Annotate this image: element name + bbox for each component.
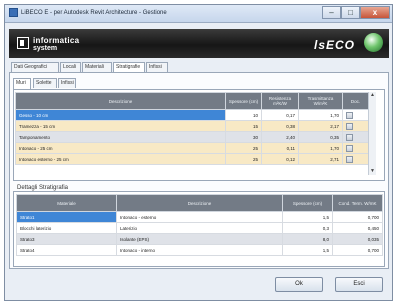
column-header[interactable]: Cond. Term. W/mK — [332, 194, 383, 212]
cell-conductivity[interactable]: 0,450 — [332, 222, 383, 234]
column-header[interactable]: Spessore (cm) — [282, 194, 333, 212]
window-title: LiBECO E - per Autodesk Revit Architectu… — [21, 10, 167, 16]
table-row[interactable]: Strato4 Intonaco - interno 1,5 0,700 — [16, 244, 383, 256]
cell-doc[interactable] — [342, 109, 369, 121]
cell-conductivity[interactable]: 0,700 — [332, 244, 383, 256]
cell-thickness[interactable]: 25 — [225, 142, 262, 154]
tab-solette[interactable]: Solette — [33, 78, 57, 88]
maximize-button[interactable]: □ — [341, 6, 360, 19]
tab-locali[interactable]: Locali — [60, 62, 81, 72]
cell-conductivity[interactable]: 0,035 — [332, 233, 383, 245]
cell-thickness[interactable]: 15 — [225, 120, 262, 132]
cell-conductivity[interactable]: 0,700 — [332, 211, 383, 223]
column-header[interactable]: Resistenza m²K/W — [261, 92, 299, 110]
informatica-system-logo-icon — [17, 37, 29, 49]
cell-description[interactable]: Isolante (EPS) — [116, 233, 283, 245]
cell-doc[interactable] — [342, 142, 369, 154]
tab-infissi-sub[interactable]: Infissi — [58, 78, 76, 88]
product-brand: lsECO — [314, 38, 356, 52]
cell-resistance[interactable]: 0,38 — [261, 120, 299, 132]
cell-resistance[interactable]: 2,40 — [261, 131, 299, 143]
table-row[interactable]: Blocchi laterizio Laterizio 0,3 0,450 — [16, 222, 383, 234]
tab-materiali[interactable]: Materiali — [82, 62, 112, 72]
app-icon — [9, 8, 18, 17]
cell-description[interactable]: Tamponamento — [15, 131, 226, 143]
cell-description[interactable]: Gesso - 10 cm — [15, 109, 226, 121]
layers-scrollbar[interactable]: ▲ ▼ — [368, 92, 376, 175]
cell-material[interactable]: Strato1 — [16, 211, 117, 223]
document-icon[interactable] — [346, 111, 353, 119]
column-header[interactable]: Materiale — [16, 194, 117, 212]
ok-button[interactable]: Ok — [275, 277, 323, 292]
cell-thickness[interactable]: 1,5 — [282, 211, 333, 223]
cell-description[interactable]: Intonaco - 25 cm — [15, 142, 226, 154]
cell-thickness[interactable]: 1,5 — [282, 244, 333, 256]
column-header[interactable]: Descrizione — [116, 194, 283, 212]
minimize-button[interactable]: – — [322, 6, 341, 19]
logo-text-line1: informatica — [33, 36, 80, 45]
cell-thickness[interactable]: 0,3 — [282, 222, 333, 234]
cell-doc[interactable] — [342, 120, 369, 132]
cell-material[interactable]: Blocchi laterizio — [16, 222, 117, 234]
tab-dati-geografici[interactable]: Dati Geografici — [11, 62, 59, 72]
cell-transmittance[interactable]: 2,17 — [298, 120, 343, 132]
table-row[interactable]: Intonaco - 25 cm 25 0,11 1,70 — [15, 142, 369, 154]
scroll-up-icon[interactable]: ▲ — [369, 92, 376, 99]
table-row[interactable]: Gesso - 10 cm 10 0,17 1,70 — [15, 109, 369, 121]
document-icon[interactable] — [346, 155, 353, 163]
layers-table: Descrizione Spessore (cm) Resistenza m²K… — [15, 92, 369, 165]
cell-resistance[interactable]: 0,12 — [261, 153, 299, 165]
cell-description[interactable]: Intonaco esterno - 25 cm — [15, 153, 226, 165]
scroll-down-icon[interactable]: ▼ — [369, 168, 376, 175]
cell-doc[interactable] — [342, 131, 369, 143]
cell-thickness[interactable]: 25 — [225, 153, 262, 165]
header-banner: informatica system lsECO — [9, 29, 389, 58]
cell-description[interactable]: Intonaco - esterno — [116, 211, 283, 223]
details-table: Materiale Descrizione Spessore (cm) Cond… — [16, 194, 383, 256]
app-window: LiBECO E - per Autodesk Revit Architectu… — [4, 4, 393, 301]
cell-description[interactable]: Tramezza - 15 cm — [15, 120, 226, 132]
table-row[interactable]: Tamponamento 30 2,40 0,35 — [15, 131, 369, 143]
tab-infissi[interactable]: Infissi — [146, 62, 168, 72]
table-row[interactable]: Intonaco esterno - 25 cm 25 0,12 2,71 — [15, 153, 369, 165]
cell-transmittance[interactable]: 2,71 — [298, 153, 343, 165]
document-icon[interactable] — [346, 133, 353, 141]
table-row[interactable]: Tramezza - 15 cm 15 0,38 2,17 — [15, 120, 369, 132]
globe-icon — [364, 33, 383, 52]
layers-table-header: Descrizione Spessore (cm) Resistenza m²K… — [15, 92, 369, 110]
cell-resistance[interactable]: 0,17 — [261, 109, 299, 121]
column-header[interactable]: Spessore (cm) — [225, 92, 262, 110]
cell-description[interactable]: Laterizio — [116, 222, 283, 234]
document-icon[interactable] — [346, 122, 353, 130]
close-button[interactable]: x — [360, 6, 390, 19]
column-header[interactable]: Trasmittanza W/m²K — [298, 92, 343, 110]
cell-thickness[interactable]: 30 — [225, 131, 262, 143]
column-header[interactable]: Doc. — [342, 92, 369, 110]
cell-description[interactable]: Intonaco - interno — [116, 244, 283, 256]
cell-transmittance[interactable]: 0,35 — [298, 131, 343, 143]
title-bar[interactable]: LiBECO E - per Autodesk Revit Architectu… — [5, 5, 392, 23]
document-icon[interactable] — [346, 144, 353, 152]
cell-thickness[interactable]: 10 — [225, 109, 262, 121]
table-row[interactable]: Strato1 Intonaco - esterno 1,5 0,700 — [16, 211, 383, 223]
column-header[interactable]: Descrizione — [15, 92, 226, 110]
details-table-header: Materiale Descrizione Spessore (cm) Cond… — [16, 194, 383, 212]
cell-transmittance[interactable]: 1,70 — [298, 109, 343, 121]
tab-muri[interactable]: Muri — [13, 78, 31, 89]
table-row[interactable]: Strato3 Isolante (EPS) 8,0 0,035 — [16, 233, 383, 245]
cell-transmittance[interactable]: 1,70 — [298, 142, 343, 154]
exit-button[interactable]: Esci — [335, 277, 383, 292]
cell-doc[interactable] — [342, 153, 369, 165]
cell-resistance[interactable]: 0,11 — [261, 142, 299, 154]
cell-material[interactable]: Strato3 — [16, 233, 117, 245]
logo-text-line2: system — [33, 45, 58, 52]
cell-material[interactable]: Strato4 — [16, 244, 117, 256]
cell-thickness[interactable]: 8,0 — [282, 233, 333, 245]
